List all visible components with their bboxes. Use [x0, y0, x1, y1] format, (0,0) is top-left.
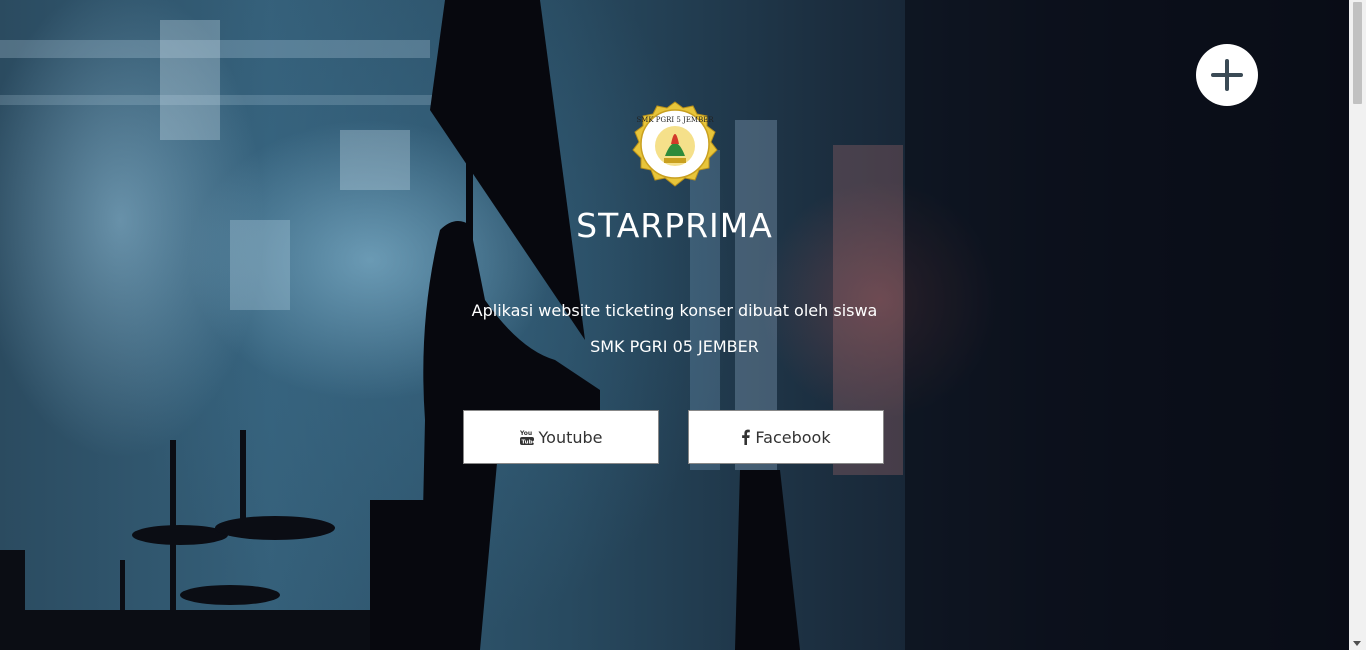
menu-plus-button[interactable] — [1196, 44, 1258, 106]
youtube-label: Youtube — [538, 427, 603, 447]
concert-background-image — [0, 0, 1349, 650]
youtube-icon: You Tube — [519, 429, 534, 446]
description-line-1: Aplikasi website ticketing konser dibuat… — [471, 301, 878, 320]
page-title: STARPRIMA — [576, 206, 773, 245]
description-line-2: SMK PGRI 05 JEMBER — [590, 337, 759, 356]
scroll-down-arrow-icon[interactable] — [1353, 641, 1361, 646]
svg-text:You: You — [520, 430, 532, 437]
youtube-button[interactable]: You Tube Youtube — [463, 410, 659, 464]
hero-background — [0, 0, 1349, 650]
scrollbar-thumb[interactable] — [1353, 2, 1362, 104]
facebook-icon — [741, 429, 751, 445]
facebook-label: Facebook — [755, 427, 831, 447]
school-logo: SMK PGRI 5 JEMBER — [632, 101, 718, 187]
logo-text: SMK PGRI 5 JEMBER — [636, 116, 714, 124]
svg-text:Tube: Tube — [521, 440, 534, 446]
page-scrollbar[interactable] — [1349, 0, 1366, 650]
facebook-button[interactable]: Facebook — [688, 410, 884, 464]
